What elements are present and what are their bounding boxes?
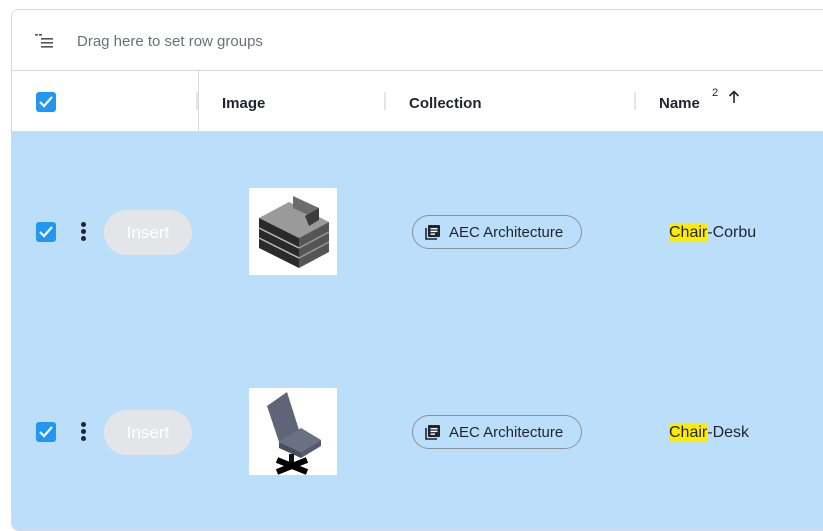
desk-chair-thumbnail (249, 388, 337, 475)
collection-label: AEC Architecture (449, 423, 564, 441)
library-icon (425, 225, 440, 240)
column-header-image[interactable]: Image (199, 71, 385, 131)
collection-chip[interactable]: AEC Architecture (412, 415, 582, 449)
column-header-label: Image (222, 95, 266, 112)
item-name: Chair-Corbu (669, 224, 756, 242)
data-grid: Drag here to set row groups Image Collec… (11, 9, 823, 531)
search-highlight: Chair (669, 224, 708, 241)
insert-button[interactable]: Insert (104, 210, 192, 255)
table-row[interactable]: Insert AEC Architecture Chair-Desk (12, 332, 823, 530)
more-options-icon[interactable] (80, 222, 86, 242)
select-all-checkbox[interactable] (36, 92, 56, 112)
row-select-checkbox[interactable] (36, 222, 56, 242)
library-icon (425, 425, 440, 440)
check-icon (39, 96, 53, 108)
sort-ascending-icon[interactable] (728, 90, 740, 104)
item-name: Chair-Desk (669, 424, 749, 442)
table-row[interactable]: Insert AEC Architecture Chair-Corbu (12, 132, 823, 333)
row-group-placeholder: Drag here to set row groups (77, 33, 263, 50)
column-header-label: Name (659, 95, 700, 112)
item-name-rest: -Desk (707, 424, 750, 441)
row-group-panel[interactable]: Drag here to set row groups (12, 10, 823, 71)
header-row: Image Collection Name 2 (12, 71, 823, 132)
row-groups-icon (35, 34, 53, 48)
check-icon (39, 426, 53, 438)
column-header-collection[interactable]: Collection (386, 71, 634, 131)
sort-order-index: 2 (712, 87, 719, 99)
row-select-checkbox[interactable] (36, 422, 56, 442)
collection-chip[interactable]: AEC Architecture (412, 215, 582, 249)
insert-button[interactable]: Insert (104, 410, 192, 455)
item-name-rest: -Corbu (707, 224, 757, 241)
more-options-icon[interactable] (80, 422, 86, 442)
check-icon (39, 226, 53, 238)
column-header-label: Collection (409, 95, 482, 112)
column-header-name[interactable]: Name 2 (636, 71, 823, 131)
sofa-thumbnail (249, 188, 337, 275)
collection-label: AEC Architecture (449, 223, 564, 241)
search-highlight: Chair (669, 424, 708, 441)
